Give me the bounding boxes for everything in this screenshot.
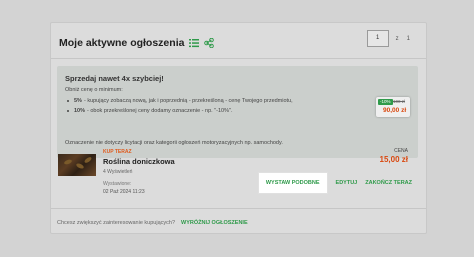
pagination-separator: z: [395, 35, 399, 42]
discount-example: -10% 100 zł 90,00 zł: [376, 97, 410, 117]
list-similar-button[interactable]: WYSTAW PODOBNE: [257, 172, 328, 194]
edit-button[interactable]: EDYTUJ: [336, 180, 358, 186]
leaf-shape: [83, 156, 93, 164]
price-label: CENA: [394, 148, 408, 154]
promote-footer: Chcesz zwiększyć zainteresowanie kupując…: [57, 220, 248, 226]
panel-header: Moje aktywne ogłoszenia: [59, 33, 215, 53]
promo-title: Sprzedaj nawet 4x szybciej!: [65, 74, 164, 83]
issued-date: 02 Paź 2024 11:23: [103, 189, 145, 195]
promo-list: 5% - kupujący zobaczą nową, jak i poprze…: [67, 98, 293, 118]
listing-row: KUP TERAZ Roślina doniczkowa 4 Wyświetle…: [57, 146, 418, 203]
list-icon[interactable]: [189, 38, 200, 48]
leaf-shape: [75, 162, 85, 170]
listing-views: 4 Wyświetleń: [103, 169, 133, 175]
leaf-shape: [63, 158, 73, 166]
promo-percent: 10%: [74, 108, 86, 114]
promo-subtitle: Obniż cenę o minimum:: [65, 87, 123, 93]
listing-price: 15,00 zł: [379, 155, 408, 164]
bullet-icon: [67, 100, 69, 102]
current-page-input[interactable]: 1: [366, 30, 389, 47]
share-icon[interactable]: [204, 38, 215, 48]
total-pages: 1: [406, 35, 410, 42]
header-divider: [51, 58, 426, 59]
promo-list-item: 5% - kupujący zobaczą nową, jak i poprze…: [67, 98, 293, 104]
page-title: Moje aktywne ogłoszenia: [59, 37, 185, 49]
active-listings-panel: Moje aktywne ogłoszenia 1 z 1 Sprzedaj n…: [50, 22, 427, 234]
promo-item-text: - kupujący zobaczą nową, jak i poprzedni…: [83, 98, 293, 104]
issued-label: Wystawione:: [103, 181, 132, 187]
listing-type-label: KUP TERAZ: [103, 149, 132, 155]
discount-badge: -10%: [378, 99, 393, 105]
listing-thumbnail[interactable]: [58, 154, 96, 176]
footer-divider: [51, 208, 426, 209]
promote-question: Chcesz zwiększyć zainteresowanie kupując…: [57, 220, 175, 226]
promo-list-item: 10% - obok przekreślonej ceny dodamy ozn…: [67, 108, 293, 114]
promo-percent: 5%: [74, 98, 82, 104]
promo-box: Sprzedaj nawet 4x szybciej! Obniż cenę o…: [57, 66, 418, 158]
end-now-button[interactable]: ZAKOŃCZ TERAZ: [365, 180, 412, 186]
old-price: 100 zł: [393, 99, 406, 104]
new-price: 90,00 zł: [383, 107, 407, 114]
listing-actions: WYSTAW PODOBNE EDYTUJ ZAKOŃCZ TERAZ: [257, 172, 412, 194]
promo-item-text: - obok przekreślonej ceny dodamy oznacze…: [87, 108, 233, 114]
listing-title[interactable]: Roślina doniczkowa: [103, 157, 175, 166]
promote-listing-link[interactable]: WYRÓŻNIJ OGŁOSZENIE: [181, 220, 248, 226]
bullet-icon: [67, 110, 69, 112]
pagination: 1 z 1: [366, 30, 410, 47]
